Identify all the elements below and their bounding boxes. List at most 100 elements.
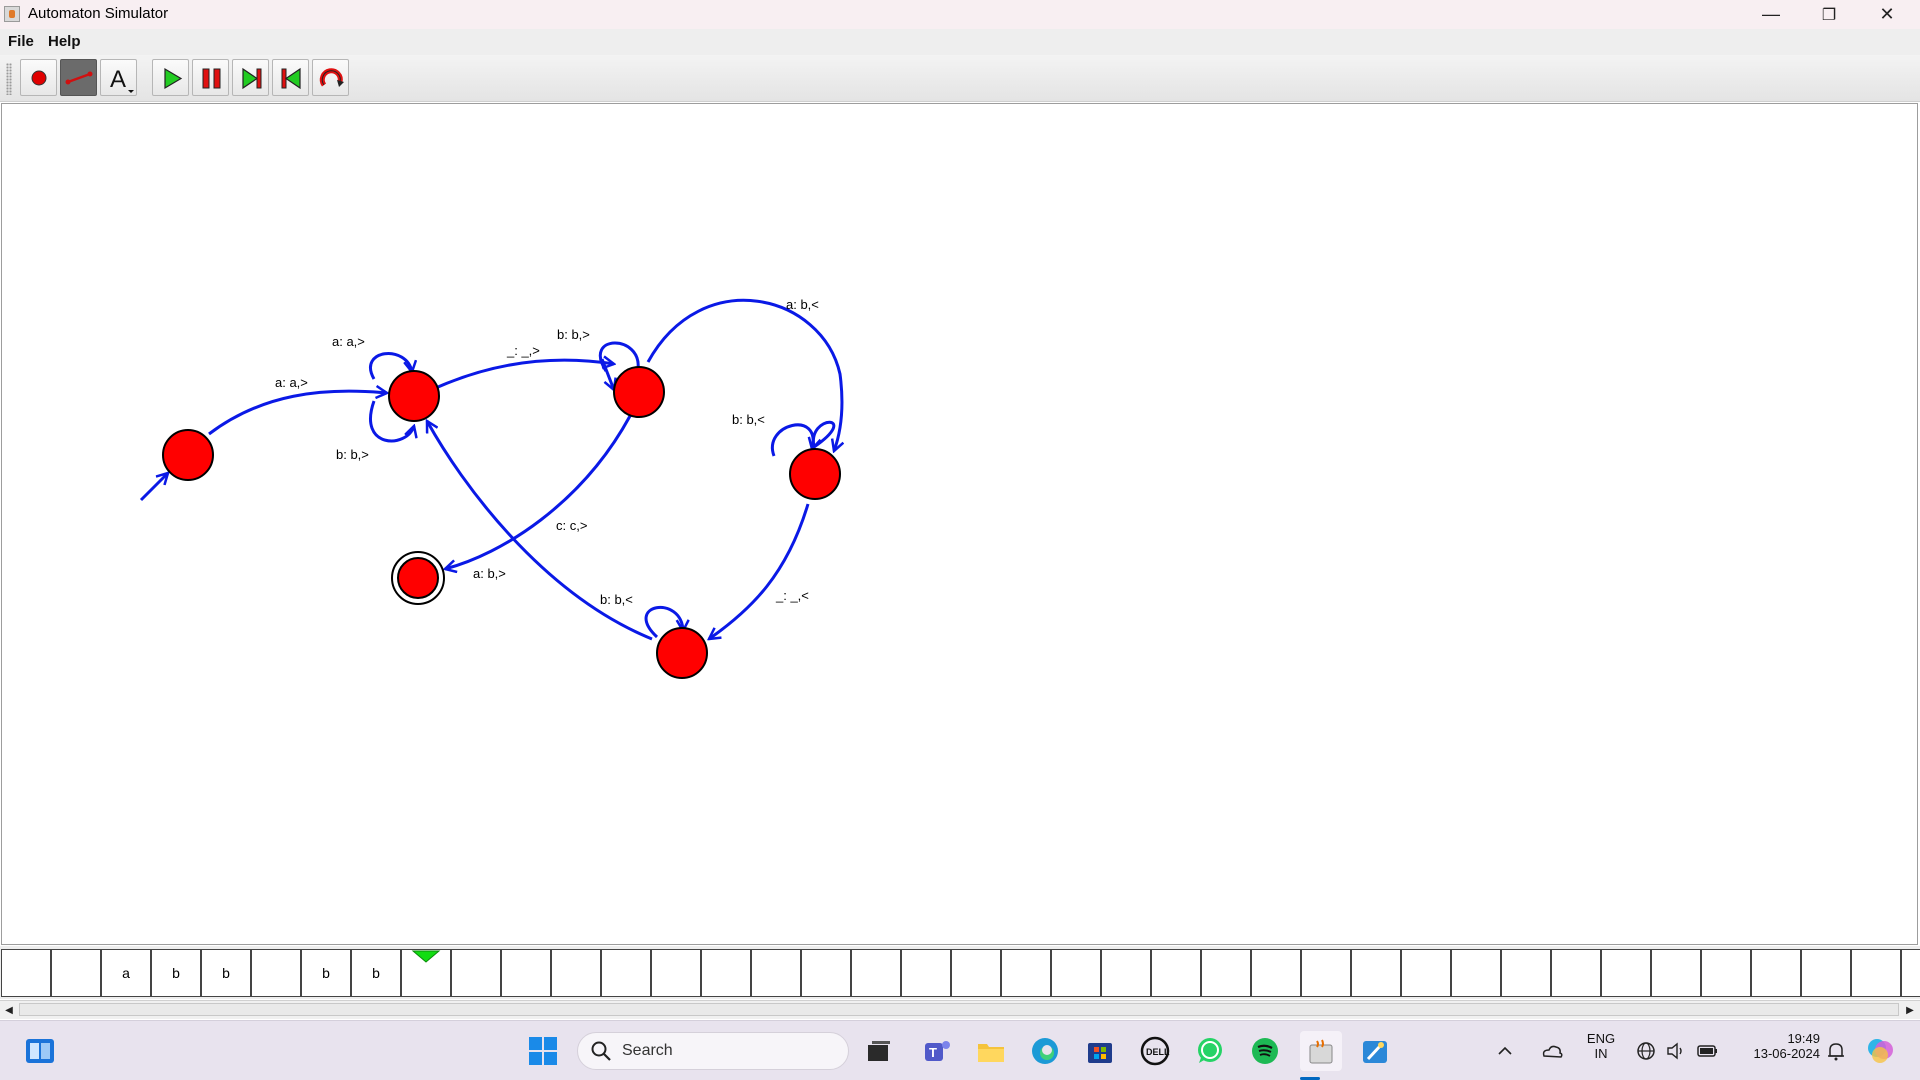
state-tool-button[interactable]	[20, 59, 57, 96]
edge-icon[interactable]	[1025, 1031, 1065, 1071]
spotify-icon[interactable]	[1245, 1031, 1285, 1071]
tape-cell[interactable]	[1851, 949, 1901, 997]
onedrive-icon[interactable]	[1538, 1031, 1566, 1071]
label-q2-q5: c: c,>	[556, 518, 588, 533]
scroll-right-button[interactable]: ▶	[1901, 1001, 1919, 1019]
letter-a-icon: A	[110, 66, 134, 93]
tape-cell[interactable]	[1351, 949, 1401, 997]
tape-cell[interactable]: b	[151, 949, 201, 997]
tape-cell[interactable]	[51, 949, 101, 997]
label-q1-loop-bottom: b: b,>	[336, 447, 369, 462]
tape-cell[interactable]	[1201, 949, 1251, 997]
widgets-icon[interactable]	[20, 1031, 60, 1071]
tape-cell[interactable]	[601, 949, 651, 997]
step-forward-button[interactable]	[232, 59, 269, 96]
step-back-button[interactable]	[272, 59, 309, 96]
tape-cell[interactable]	[1551, 949, 1601, 997]
tape-cell[interactable]	[501, 949, 551, 997]
state-q4[interactable]	[655, 626, 711, 682]
menu-help[interactable]: Help	[48, 33, 81, 50]
tape-cell[interactable]	[751, 949, 801, 997]
tape-cell[interactable]	[551, 949, 601, 997]
state-q1[interactable]	[387, 369, 443, 425]
tape-cell[interactable]	[1001, 949, 1051, 997]
scroll-thumb[interactable]	[19, 1003, 1899, 1016]
window-title: Automaton Simulator	[28, 5, 169, 22]
tape-cell[interactable]	[1251, 949, 1301, 997]
minimize-button[interactable]: —	[1742, 0, 1800, 29]
teams-icon[interactable]: T	[917, 1031, 957, 1071]
tape-cell[interactable]	[251, 949, 301, 997]
tape-cell[interactable]	[1101, 949, 1151, 997]
task-view-icon[interactable]	[858, 1031, 898, 1071]
tape-cell[interactable]	[901, 949, 951, 997]
dell-icon[interactable]: DELL	[1135, 1031, 1175, 1071]
paint-icon[interactable]	[1355, 1031, 1395, 1071]
play-button[interactable]	[152, 59, 189, 96]
volume-icon[interactable]	[1664, 1031, 1688, 1071]
tape-cell[interactable]: a	[101, 949, 151, 997]
toolbar-grip[interactable]	[6, 63, 12, 95]
menu-file[interactable]: File	[8, 33, 34, 50]
tape-scrollbar[interactable]: ◀ ▶	[0, 1000, 1920, 1019]
language-indicator[interactable]: ENG IN	[1583, 1031, 1619, 1061]
clock-time: 19:49	[1787, 1031, 1820, 1046]
state-q5-accepting[interactable]	[390, 550, 446, 606]
network-icon[interactable]	[1634, 1031, 1658, 1071]
pause-button[interactable]	[192, 59, 229, 96]
tape-cell[interactable]	[851, 949, 901, 997]
automaton-canvas[interactable]: a: a,> a: a,> b: b,> _: _,> b: b,> a: b,…	[1, 103, 1918, 945]
transition-tool-button[interactable]	[60, 59, 97, 96]
tape-cell[interactable]	[451, 949, 501, 997]
state-q3[interactable]	[788, 447, 844, 503]
close-button[interactable]: ✕	[1858, 0, 1916, 29]
loop-q3-a	[811, 420, 836, 449]
region-code: IN	[1594, 1046, 1608, 1061]
java-icon[interactable]	[1300, 1031, 1342, 1071]
whatsapp-icon[interactable]	[1190, 1031, 1230, 1071]
language-code: ENG	[1586, 1031, 1616, 1046]
store-icon[interactable]	[1080, 1031, 1120, 1071]
tape-cell[interactable]: b	[201, 949, 251, 997]
chevron-up-icon[interactable]	[1493, 1031, 1517, 1071]
battery-icon[interactable]	[1695, 1031, 1721, 1071]
search-box[interactable]: Search	[577, 1032, 849, 1070]
text-tool-button[interactable]: A	[100, 59, 137, 96]
tape: abbbb	[0, 946, 1920, 999]
state-q2[interactable]	[612, 365, 668, 421]
tape-cell[interactable]	[1601, 949, 1651, 997]
reset-button[interactable]	[312, 59, 349, 96]
tape-cell[interactable]	[1901, 949, 1920, 997]
tape-cell[interactable]	[1301, 949, 1351, 997]
tape-cell[interactable]	[1701, 949, 1751, 997]
tape-cell[interactable]	[701, 949, 751, 997]
tape-cell[interactable]	[951, 949, 1001, 997]
arrow-line-icon	[65, 71, 93, 85]
notification-bell-icon[interactable]	[1824, 1031, 1848, 1071]
tape-cell[interactable]: b	[351, 949, 401, 997]
label-q2-loop: b: b,>	[557, 327, 590, 342]
tape-cell[interactable]	[1651, 949, 1701, 997]
file-explorer-icon[interactable]	[971, 1031, 1011, 1071]
edge-q3-q4	[709, 503, 810, 639]
edge-q0-q1	[208, 391, 387, 436]
windows-start-icon[interactable]	[523, 1031, 563, 1071]
tape-cell[interactable]: b	[301, 949, 351, 997]
pause-icon	[202, 68, 221, 89]
tape-cell[interactable]	[1051, 949, 1101, 997]
clock[interactable]: 19:49 13-06-2024	[1730, 1031, 1821, 1061]
clock-date: 13-06-2024	[1753, 1046, 1821, 1061]
tape-cell[interactable]	[1401, 949, 1451, 997]
tape-cell[interactable]	[1151, 949, 1201, 997]
tape-cell[interactable]	[1, 949, 51, 997]
tape-cell[interactable]	[801, 949, 851, 997]
tape-cell[interactable]	[1451, 949, 1501, 997]
tape-cell[interactable]	[1751, 949, 1801, 997]
tape-cell[interactable]	[1501, 949, 1551, 997]
maximize-button[interactable]: ❐	[1800, 0, 1858, 29]
state-q0[interactable]	[161, 428, 217, 484]
tape-cell[interactable]	[651, 949, 701, 997]
tape-cell[interactable]	[1801, 949, 1851, 997]
scroll-left-button[interactable]: ◀	[0, 1001, 18, 1019]
copilot-icon[interactable]	[1860, 1031, 1900, 1071]
